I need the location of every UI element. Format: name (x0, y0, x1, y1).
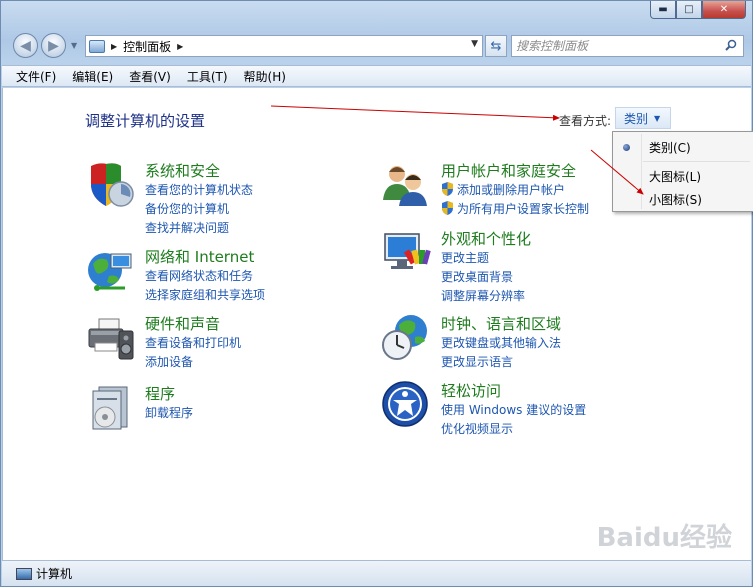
menu-help[interactable]: 帮助(H) (244, 68, 286, 85)
search-box[interactable] (511, 35, 744, 57)
menu-edit[interactable]: 编辑(E) (72, 68, 113, 85)
forward-arrow-icon: ▶ (48, 37, 59, 54)
category-title[interactable]: 网络和 Internet (145, 246, 254, 267)
caption-buttons: ▬ □ ✕ (650, 1, 746, 19)
menu-tools[interactable]: 工具(T) (187, 68, 228, 85)
view-option-large-icons[interactable]: 大图标(L) (649, 168, 701, 185)
breadcrumb-chevron-icon[interactable]: ▶ (177, 42, 183, 51)
link-uninstall-program[interactable]: 卸载程序 (145, 404, 193, 421)
monitor-paint-icon[interactable] (381, 228, 431, 278)
programs-icon[interactable] (85, 383, 135, 433)
page-title: 调整计算机的设置 (85, 112, 206, 130)
status-text: 计算机 (36, 567, 73, 581)
menu-file[interactable]: 文件(F) (16, 68, 56, 85)
uac-shield-icon (442, 201, 453, 215)
link-view-network-status[interactable]: 查看网络状态和任务 (145, 267, 253, 284)
search-input[interactable] (516, 39, 716, 53)
menu-view[interactable]: 查看(V) (129, 68, 171, 85)
ease-of-access-icon[interactable] (381, 380, 431, 430)
link-parental-controls-text: 为所有用户设置家长控制 (457, 202, 590, 216)
refresh-icon: ⇆ (490, 38, 502, 54)
minimize-button[interactable]: ▬ (650, 1, 676, 19)
link-change-display-language[interactable]: 更改显示语言 (441, 353, 513, 370)
network-globe-icon[interactable] (85, 246, 135, 296)
forward-button[interactable]: ▶ (41, 33, 66, 58)
control-panel-icon (89, 39, 105, 53)
arrow-to-view-by (270, 105, 560, 121)
address-dropdown-icon[interactable]: ▼ (471, 39, 478, 49)
category-title[interactable]: 用户帐户和家庭安全 (441, 160, 576, 181)
link-troubleshoot[interactable]: 查找并解决问题 (145, 219, 229, 236)
category-title[interactable]: 轻松访问 (441, 380, 501, 401)
uac-shield-icon (442, 182, 453, 196)
recent-pages-dropdown-icon[interactable]: ▼ (71, 41, 77, 50)
category-title[interactable]: 程序 (145, 383, 175, 404)
link-homegroup-sharing[interactable]: 选择家庭组和共享选项 (145, 286, 265, 303)
menu-gutter (641, 134, 642, 209)
clock-globe-icon[interactable] (381, 313, 431, 363)
link-devices-printers[interactable]: 查看设备和打印机 (145, 334, 241, 351)
maximize-button[interactable]: □ (676, 1, 702, 19)
breadcrumb-control-panel[interactable]: 控制面板 (123, 38, 171, 55)
link-optimize-video-display[interactable]: 优化视频显示 (441, 420, 513, 437)
link-view-computer-status[interactable]: 查看您的计算机状态 (145, 181, 253, 198)
refresh-button[interactable]: ⇆ (485, 35, 507, 57)
menu-bar: 文件(F) 编辑(E) 查看(V) 工具(T) 帮助(H) (2, 65, 751, 87)
content-area: 调整计算机的设置 查看方式: 类别 ▼ 系统和安全 查看您的计算机状态 备份您的… (2, 88, 753, 560)
navigation-row: ◀ ▶ ▼ ▶ 控制面板 ▶ ▼ ⇆ (13, 33, 744, 59)
link-change-theme[interactable]: 更改主题 (441, 249, 489, 266)
close-button[interactable]: ✕ (702, 1, 746, 19)
link-change-input-method[interactable]: 更改键盘或其他输入法 (441, 334, 561, 351)
breadcrumb-separator-icon[interactable]: ▶ (111, 42, 117, 51)
back-button[interactable]: ◀ (13, 33, 38, 58)
link-desktop-background[interactable]: 更改桌面背景 (441, 268, 513, 285)
link-screen-resolution[interactable]: 调整屏幕分辨率 (441, 287, 525, 304)
menu-separator (643, 161, 750, 162)
back-arrow-icon: ◀ (20, 37, 31, 54)
category-title[interactable]: 硬件和声音 (145, 313, 220, 334)
view-by-value: 类别 (624, 111, 649, 126)
shield-icon[interactable] (85, 160, 135, 210)
view-option-category[interactable]: 类别(C) (649, 139, 691, 156)
link-add-remove-users[interactable]: 添加或删除用户帐户 (441, 181, 565, 198)
control-panel-window: ▬ □ ✕ ◀ ▶ ▼ ▶ 控制面板 ▶ ▼ ⇆ 文件(F) 编辑(E) 查看(… (0, 0, 753, 587)
view-by-dropdown[interactable]: 类别 ▼ (615, 107, 671, 129)
view-option-small-icons[interactable]: 小图标(S) (649, 191, 702, 208)
category-title[interactable]: 外观和个性化 (441, 228, 531, 249)
computer-icon (16, 567, 32, 580)
view-by-label: 查看方式: (559, 114, 612, 128)
users-icon[interactable] (381, 160, 431, 210)
baidu-watermark: Baidu经验 (596, 523, 732, 553)
search-icon[interactable] (725, 39, 737, 51)
view-by-menu: 类别(C) 大图标(L) 小图标(S) (612, 131, 753, 212)
link-windows-recommended-settings[interactable]: 使用 Windows 建议的设置 (441, 401, 586, 418)
link-add-remove-users-text: 添加或删除用户帐户 (457, 183, 566, 197)
category-title[interactable]: 时钟、语言和区域 (441, 313, 561, 334)
link-parental-controls[interactable]: 为所有用户设置家长控制 (441, 200, 589, 217)
selected-bullet-icon (623, 144, 630, 151)
printer-icon[interactable] (85, 313, 135, 363)
status-bar: 计算机 (2, 560, 751, 586)
chevron-down-icon: ▼ (654, 113, 661, 123)
address-bar[interactable]: ▶ 控制面板 ▶ ▼ (85, 35, 483, 57)
category-title[interactable]: 系统和安全 (145, 160, 220, 181)
link-backup-computer[interactable]: 备份您的计算机 (145, 200, 229, 217)
link-add-device[interactable]: 添加设备 (145, 353, 193, 370)
